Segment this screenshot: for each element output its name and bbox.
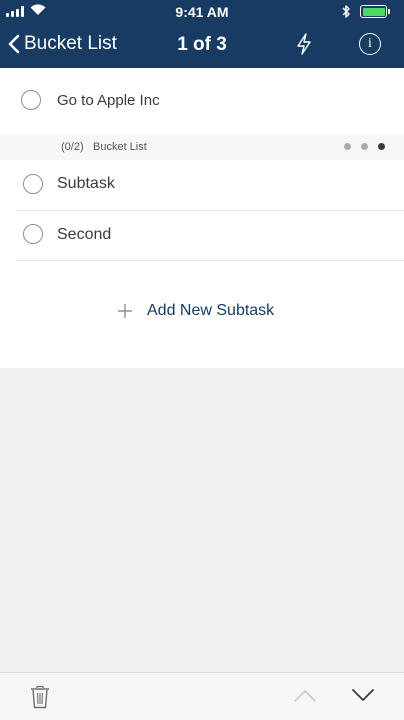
battery-icon	[360, 5, 390, 18]
chevron-down-icon[interactable]	[352, 689, 374, 702]
task-row[interactable]: Go to Apple Inc	[0, 68, 404, 134]
battery-level	[362, 7, 385, 16]
subtask-header: (0/2) Bucket List	[0, 134, 404, 160]
bluetooth-icon	[342, 5, 350, 18]
page-indicator[interactable]	[344, 143, 385, 150]
subtask-label[interactable]: Second	[57, 226, 111, 244]
back-label: Bucket List	[24, 33, 117, 54]
status-bar: 9:41 AM	[0, 0, 404, 24]
list-name: Bucket List	[93, 141, 147, 153]
divider	[16, 260, 404, 261]
page-dot[interactable]	[344, 143, 351, 150]
info-icon[interactable]: i	[359, 33, 381, 55]
task-title[interactable]: Go to Apple Inc	[57, 92, 160, 109]
add-subtask-button[interactable]: Add New Subtask	[117, 302, 274, 320]
subtask-checkbox[interactable]	[23, 224, 43, 244]
chevron-left-icon	[8, 34, 20, 54]
bolt-icon[interactable]	[296, 33, 312, 55]
header: 9:41 AM Bucket List 1 of 3 i	[0, 0, 404, 68]
page-dot[interactable]	[361, 143, 368, 150]
subtask-row[interactable]: Second	[0, 211, 404, 261]
subtask-label[interactable]: Subtask	[57, 175, 115, 193]
chevron-up-icon[interactable]	[294, 689, 316, 702]
trash-icon[interactable]	[30, 685, 50, 709]
task-checkbox[interactable]	[21, 90, 41, 110]
subtask-row[interactable]: Subtask	[0, 160, 404, 210]
bottom-toolbar	[0, 672, 404, 720]
page-title: 1 of 3	[177, 34, 227, 55]
subtask-count: (0/2)	[61, 141, 84, 153]
task-detail: Go to Apple Inc (0/2) Bucket List Subtas…	[0, 68, 404, 368]
add-subtask-label: Add New Subtask	[147, 302, 275, 319]
plus-icon	[118, 304, 132, 318]
page-dot-active[interactable]	[378, 143, 385, 150]
back-button[interactable]: Bucket List	[8, 33, 117, 55]
subtask-checkbox[interactable]	[23, 174, 43, 194]
